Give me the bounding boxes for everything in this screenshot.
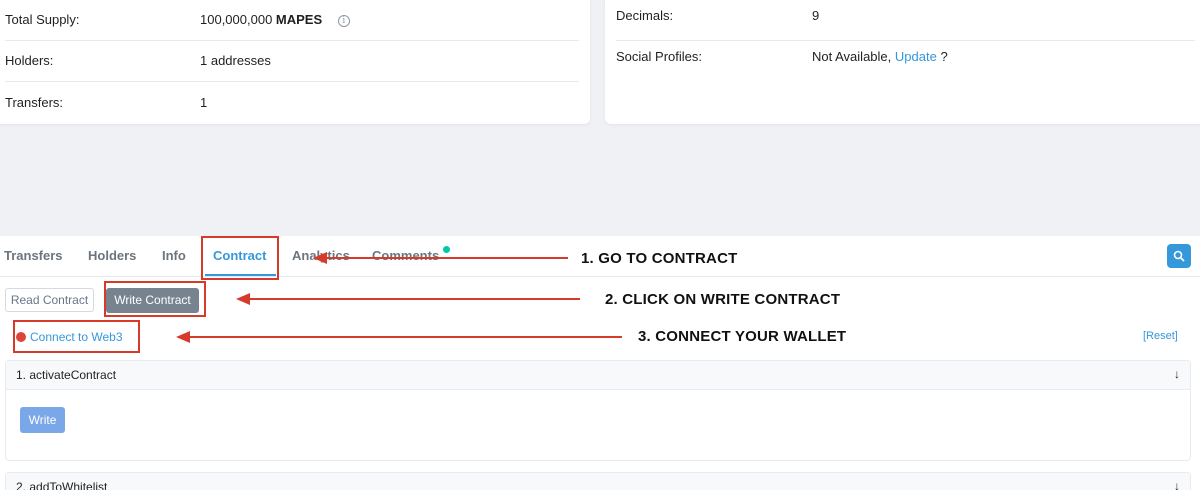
arrow-down-icon[interactable]: ↓ xyxy=(1174,479,1180,490)
profile-summary-card: Decimals: 9 Social Profiles: Not Availab… xyxy=(605,0,1200,124)
function-panel-add-to-whitelist: 2. addToWhitelist ↓ xyxy=(5,472,1191,490)
highlight-connect-web3 xyxy=(13,320,140,353)
write-function-button[interactable]: Write xyxy=(20,407,65,433)
token-tabs-panel: Transfers Holders Info Contract Analytic… xyxy=(0,236,1200,490)
annotation-step3: 3. CONNECT YOUR WALLET xyxy=(638,328,847,345)
tabs-divider xyxy=(0,276,1200,277)
function-panel-activate-contract: 1. activateContract ↓ Write xyxy=(5,360,1191,461)
decimals-value: 9 xyxy=(812,8,820,23)
holders-label: Holders: xyxy=(5,53,54,68)
read-contract-button[interactable]: Read Contract xyxy=(5,288,94,312)
highlight-write-contract xyxy=(104,281,206,317)
function-header[interactable]: 2. addToWhitelist ↓ xyxy=(6,473,1190,490)
arrow-down-icon[interactable]: ↓ xyxy=(1174,367,1180,381)
total-supply-value: 100,000,000 MAPES i xyxy=(200,12,350,27)
info-circle-icon[interactable]: i xyxy=(337,15,350,27)
tab-info[interactable]: Info xyxy=(162,248,186,263)
tab-transfers[interactable]: Transfers xyxy=(4,248,63,263)
social-profiles-value: Not Available, Update ? xyxy=(812,49,948,64)
function-header[interactable]: 1. activateContract ↓ xyxy=(6,361,1190,390)
divider xyxy=(5,40,579,41)
transfers-label: Transfers: xyxy=(5,95,64,110)
new-comments-indicator xyxy=(443,246,450,253)
divider xyxy=(616,40,1195,41)
social-profiles-status: Not Available, xyxy=(812,49,892,64)
tab-analytics[interactable]: Analytics xyxy=(292,248,350,263)
tab-comments[interactable]: Comments xyxy=(372,248,439,263)
search-button[interactable] xyxy=(1167,244,1191,268)
update-link[interactable]: Update xyxy=(895,49,937,64)
total-supply-amount: 100,000,000 xyxy=(200,12,273,27)
overview-card: Total Supply: 100,000,000 MAPES i Holder… xyxy=(0,0,590,124)
annotation-step1: 1. GO TO CONTRACT xyxy=(581,250,738,267)
tab-holders[interactable]: Holders xyxy=(88,248,136,263)
function-name: 1. activateContract xyxy=(16,368,117,382)
decimals-label: Decimals: xyxy=(616,8,674,23)
divider xyxy=(5,81,579,82)
highlight-contract-tab xyxy=(201,236,279,280)
reset-link[interactable]: [Reset] xyxy=(1143,330,1178,342)
transfers-value: 1 xyxy=(200,95,208,110)
annotation-step2: 2. CLICK ON WRITE CONTRACT xyxy=(605,291,841,308)
function-name: 2. addToWhitelist xyxy=(16,480,108,490)
holders-value: 1 addresses xyxy=(200,53,271,68)
social-profiles-label: Social Profiles: xyxy=(616,49,702,64)
total-supply-label: Total Supply: xyxy=(5,12,80,27)
search-icon xyxy=(1173,250,1185,262)
token-symbol: MAPES xyxy=(275,12,323,27)
social-profiles-suffix: ? xyxy=(940,49,948,64)
